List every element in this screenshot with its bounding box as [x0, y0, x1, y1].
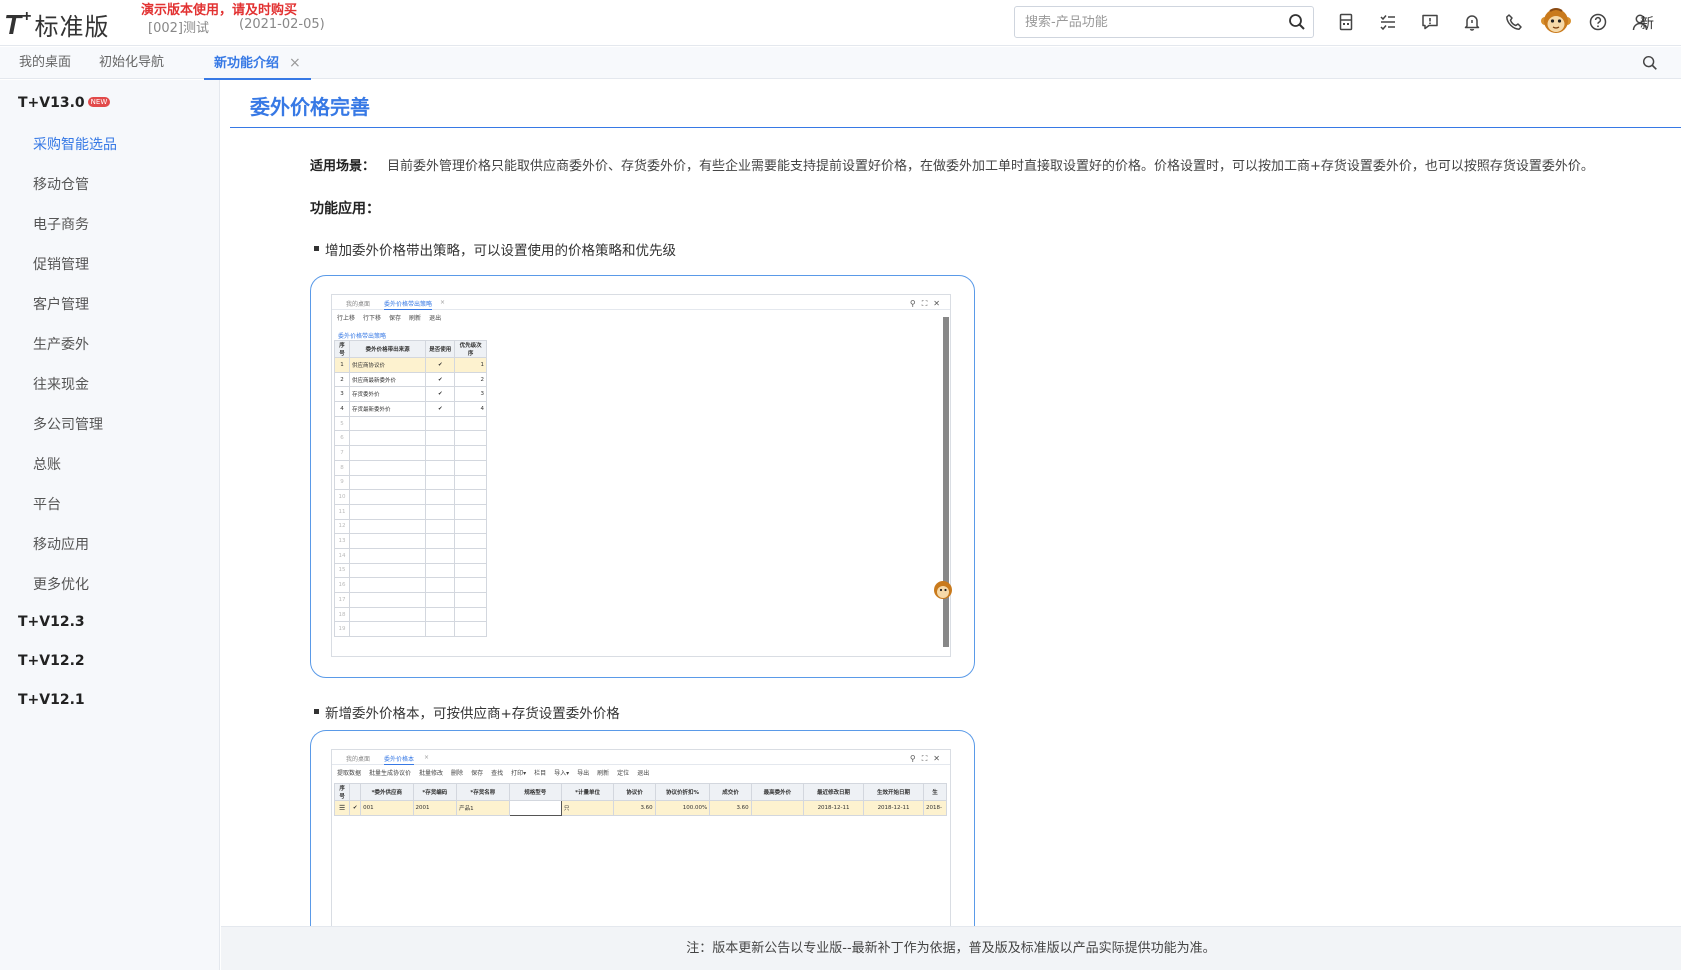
phone-icon[interactable]: [1493, 7, 1535, 37]
sidebar-item-purchase-smart-selection[interactable]: 采购智能选品: [33, 134, 117, 154]
sidebar-version-v12-1[interactable]: T+V12.1: [18, 692, 85, 708]
table-row: 4 存货最新委外价 ✔ 4: [334, 401, 487, 417]
price-book-window: 我的桌面 委外价格本 × ⚲⛶✕ 提取数据 批量生成协议价 批量修改 删除 保存 查找 打印…: [331, 749, 951, 926]
table-row: 2 供应商最新委外价 ✔ 2: [334, 371, 487, 388]
scenario-text: 目前委外管理价格只能取供应商委外价、存货委外价，有些企业需要能支持提前设置好价格…: [387, 159, 1594, 174]
sidebar-version-v12-2[interactable]: T+V12.2: [18, 653, 85, 669]
scenario-label: 适用场景：: [310, 159, 376, 174]
search-icon[interactable]: [1287, 12, 1307, 32]
app-window: T + 标准版 演示版本使用，请及时购买 [002]测试 (2021-02-05) …: [0, 0, 1681, 970]
logo-edition: 标准版: [34, 14, 110, 41]
sidebar-item-mobile-app[interactable]: 移动应用: [33, 534, 89, 554]
table-row: 14: [334, 547, 487, 564]
table-row: 8: [334, 459, 487, 476]
table-row: ☰ ✔ 001 2001 产品1 只 3.60 100.00% 3.60 2018-12-11 20…: [333, 800, 947, 816]
sidebar-version-v12-3[interactable]: T+V12.3: [18, 614, 85, 630]
monkey-assistant-icon[interactable]: [1535, 7, 1577, 37]
bullet-price-book: 新增委外价格本，可按供应商+存货设置委外价格: [314, 702, 620, 722]
bullet-price-strategy: 增加委外价格带出策略，可以设置使用的价格策略和优先级: [314, 239, 676, 259]
table-row: 10: [334, 489, 487, 505]
sidebar-item-mobile-warehouse[interactable]: 移动仓管: [33, 174, 89, 194]
table-row: 3 存货委外价 ✔ 3: [334, 386, 487, 403]
login-date: (2021-02-05): [239, 17, 325, 32]
table-row: 19: [334, 621, 487, 638]
screenshot-price-strategy: 我的桌面 委外价格带出策略 × ⚲⛶✕ 行上移 行下移 保存 刷新 退出 委外价格带出策…: [310, 275, 975, 678]
table-row: 15: [334, 562, 487, 579]
header-toolbar: [1325, 7, 1661, 37]
tab-new-features[interactable]: 新功能介绍 ×: [204, 47, 311, 80]
window-controls: ⚲⛶✕: [909, 299, 946, 308]
strategy-window: 我的桌面 委外价格带出策略 × ⚲⛶✕ 行上移 行下移 保存 刷新 退出 委外价格带出策…: [331, 294, 952, 657]
table-row: 9: [334, 474, 487, 491]
title-divider: [230, 127, 1681, 128]
sidebar-version-v13[interactable]: T+V13.0 NEW: [18, 95, 111, 111]
demo-notice[interactable]: 演示版本使用，请及时购买: [141, 0, 297, 18]
sidebar-item-production-outsourcing[interactable]: 生产委外: [33, 334, 89, 354]
sidebar-item-platform[interactable]: 平台: [33, 494, 61, 514]
strategy-toolbar: 行上移 行下移 保存 刷新 退出: [337, 315, 442, 322]
logo-plus: +: [22, 7, 33, 25]
table-row: 6: [334, 430, 487, 447]
product-logo[interactable]: T + 标准版: [4, 7, 109, 42]
strategy-table: 序号 委外价格带出来源 是否使用 优先级次序 1 供应商协议价 ✔ 1 2 供应商最新委…: [334, 340, 487, 638]
scenario-paragraph: 适用场景： 目前委外管理价格只能取供应商委外价、存货委外价，有些企业需要能支持提前…: [310, 155, 1594, 174]
help-icon[interactable]: [1577, 7, 1619, 37]
table-row: 5: [334, 415, 487, 432]
table-row: 13: [334, 533, 487, 549]
price-book-window-tabs: 我的桌面 委外价格本 × ⚲⛶✕: [332, 750, 950, 765]
strategy-window-tabs: 我的桌面 委外价格带出策略 × ⚲⛶✕: [332, 295, 950, 310]
calculator-icon[interactable]: [1325, 7, 1367, 37]
table-row: 16: [334, 577, 487, 593]
sidebar-item-ecommerce[interactable]: 电子商务: [33, 214, 89, 234]
notification-bell-icon[interactable]: [1451, 7, 1493, 37]
product-search-box: [1014, 6, 1314, 38]
new-badge: NEW: [87, 97, 111, 107]
tab-search-icon[interactable]: [1641, 54, 1659, 72]
tab-my-desktop[interactable]: 我的桌面: [9, 47, 81, 79]
price-book-toolbar: 提取数据 批量生成协议价 批量修改 删除 保存 查找 打印▾ 栏目 导入▾ 导出 刷新 定位 退出: [337, 770, 650, 777]
monkey-assistant-icon: [934, 581, 952, 599]
page-title: 委外价格完善: [250, 95, 370, 119]
tab-close-icon[interactable]: ×: [289, 55, 301, 71]
window-controls: ⚲⛶✕: [909, 754, 946, 763]
sidebar-item-ledger[interactable]: 总账: [33, 454, 61, 474]
screenshot-price-book: 我的桌面 委外价格本 × ⚲⛶✕ 提取数据 批量生成协议价 批量修改 删除 保存 查找 打印…: [310, 730, 975, 926]
feature-content: 委外价格完善 适用场景： 目前委外管理价格只能取供应商委外价、存货委外价，有些企业…: [221, 80, 1681, 926]
table-row: 18: [334, 606, 487, 623]
sidebar-item-more-optimization[interactable]: 更多优化: [33, 574, 89, 594]
sidebar-item-cash[interactable]: 往来现金: [33, 374, 89, 394]
version-sidebar: T+V13.0 NEW 采购智能选品 移动仓管 电子商务 促销管理 客户管理 生产…: [0, 80, 220, 970]
sidebar-item-multi-company[interactable]: 多公司管理: [33, 414, 103, 434]
tab-bar: 我的桌面 初始化导航 新功能介绍 ×: [0, 47, 1681, 80]
table-row: 11: [334, 503, 487, 520]
table-row: 7: [334, 445, 487, 461]
message-icon[interactable]: [1409, 7, 1451, 37]
table-row: 1 供应商协议价 ✔ 1: [334, 357, 487, 373]
header-overflow-text[interactable]: 新: [1640, 13, 1654, 33]
function-label: 功能应用：: [310, 201, 380, 217]
logo-t: T: [4, 8, 23, 40]
product-search-input[interactable]: [1015, 7, 1275, 37]
task-list-icon[interactable]: [1367, 7, 1409, 37]
table-row: 17: [334, 592, 487, 608]
sidebar-item-customer[interactable]: 客户管理: [33, 294, 89, 314]
top-header: T + 标准版 演示版本使用，请及时购买 [002]测试 (2021-02-05) …: [0, 0, 1681, 46]
tab-init-guide[interactable]: 初始化导航: [89, 47, 174, 79]
footer-note: 注：版本更新公告以专业版--最新补丁作为依据，普及版及标准版以产品实际提供功能为…: [221, 926, 1681, 970]
table-row: 12: [334, 518, 487, 535]
price-book-table: 序号 *委外供应商 *存货编码 *存货名称 规格型号 *计量单位 协议价 协议价折扣% 成交价最…: [333, 783, 947, 816]
sidebar-item-promotion[interactable]: 促销管理: [33, 254, 89, 274]
account-name: [002]测试: [148, 21, 209, 36]
